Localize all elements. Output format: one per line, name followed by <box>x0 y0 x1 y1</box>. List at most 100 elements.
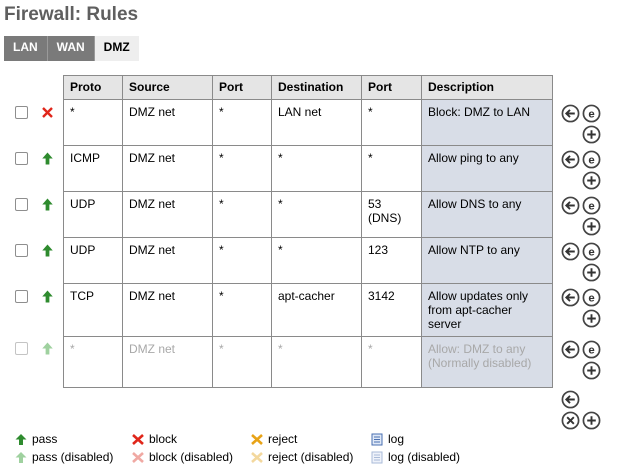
table-row[interactable]: UDP DMZ net * * 123 Allow NTP to any <box>63 237 553 284</box>
log-disabled-icon <box>371 451 383 463</box>
pass-arrow-icon <box>15 433 27 445</box>
cell-source-port: * <box>212 145 272 192</box>
svg-text:e: e <box>588 292 594 304</box>
col-source-port[interactable]: Port <box>212 75 272 100</box>
edit-icon[interactable]: e <box>582 242 601 261</box>
move-before-icon[interactable] <box>561 104 580 123</box>
legend-block-disabled-label: block (disabled) <box>149 450 234 464</box>
rule-select-checkbox[interactable] <box>15 342 28 355</box>
cell-destination: * <box>271 336 362 388</box>
legend-reject-disabled: reject (disabled) <box>250 450 353 464</box>
rule-select-checkbox[interactable] <box>15 244 28 257</box>
legend-block: block <box>131 432 177 446</box>
col-proto[interactable]: Proto <box>63 75 123 100</box>
add-icon[interactable] <box>582 125 601 144</box>
cell-destination-port: 53 (DNS) <box>361 191 422 238</box>
cell-source-port: * <box>212 191 272 238</box>
reject-disabled-x-icon <box>251 451 263 463</box>
cell-source-port: * <box>212 336 272 388</box>
pass-arrow-icon[interactable] <box>40 151 55 166</box>
block-x-icon[interactable] <box>40 105 55 120</box>
cell-proto: TCP <box>63 283 123 337</box>
cell-source: DMZ net <box>122 99 213 146</box>
cell-description: Allow DNS to any <box>421 191 553 238</box>
cell-source: DMZ net <box>122 283 213 337</box>
cell-source: DMZ net <box>122 336 213 388</box>
move-end-icon[interactable] <box>561 390 580 409</box>
svg-text:e: e <box>588 108 594 120</box>
cell-description: Allow NTP to any <box>421 237 553 284</box>
cell-source: DMZ net <box>122 237 213 284</box>
cell-source: DMZ net <box>122 191 213 238</box>
cell-proto: UDP <box>63 237 123 284</box>
rule-select-checkbox[interactable] <box>15 106 28 119</box>
tab-wan[interactable]: WAN <box>47 36 95 61</box>
edit-icon[interactable]: e <box>582 196 601 215</box>
move-before-icon[interactable] <box>561 242 580 261</box>
cell-description: Allow ping to any <box>421 145 553 192</box>
svg-text:e: e <box>588 246 594 258</box>
legend-log-disabled-label: log (disabled) <box>388 450 461 464</box>
legend-reject-label: reject <box>268 432 298 446</box>
move-before-icon[interactable] <box>561 340 580 359</box>
edit-icon[interactable]: e <box>582 104 601 123</box>
cell-proto: ICMP <box>63 145 123 192</box>
add-icon[interactable] <box>582 217 601 236</box>
rule-select-checkbox[interactable] <box>15 198 28 211</box>
pass-arrow-icon[interactable] <box>40 243 55 258</box>
pass-disabled-arrow-icon <box>15 451 27 463</box>
cell-source: DMZ net <box>122 145 213 192</box>
legend-pass-label: pass <box>32 432 58 446</box>
table-row[interactable]: * DMZ net * LAN net * Block: DMZ to LAN <box>63 99 553 146</box>
cell-description: Allow: DMZ to any (Normally disabled) <box>421 336 553 388</box>
rule-select-checkbox[interactable] <box>15 290 28 303</box>
cell-proto: * <box>63 336 123 388</box>
pass-disabled-arrow-icon[interactable] <box>40 341 55 356</box>
legend-log-label: log <box>388 432 405 446</box>
legend-block-label: block <box>149 432 178 446</box>
cell-source-port: * <box>212 283 272 337</box>
legend-log: log <box>370 432 404 446</box>
cell-destination: * <box>271 237 362 284</box>
add-icon[interactable] <box>582 171 601 190</box>
legend-pass: pass <box>14 432 57 446</box>
col-source[interactable]: Source <box>122 75 213 100</box>
legend-block-disabled: block (disabled) <box>131 450 233 464</box>
svg-text:e: e <box>588 200 594 212</box>
legend-log-disabled: log (disabled) <box>370 450 460 464</box>
edit-icon[interactable]: e <box>582 340 601 359</box>
edit-icon[interactable]: e <box>582 288 601 307</box>
table-row[interactable]: * DMZ net * * * Allow: DMZ to any (Normally d… <box>63 336 553 388</box>
cell-proto: * <box>63 99 123 146</box>
log-icon <box>371 433 383 445</box>
move-before-icon[interactable] <box>561 150 580 169</box>
col-destination[interactable]: Destination <box>271 75 362 100</box>
add-icon[interactable] <box>582 309 601 328</box>
legend-pass-disabled-label: pass (disabled) <box>32 450 114 464</box>
tab-dmz[interactable]: DMZ <box>94 36 139 61</box>
cell-destination: * <box>271 191 362 238</box>
table-row[interactable]: TCP DMZ net * apt-cacher 3142 Allow updates o… <box>63 283 553 337</box>
cell-destination-port: 3142 <box>361 283 422 337</box>
edit-icon[interactable]: e <box>582 150 601 169</box>
tab-lan[interactable]: LAN <box>4 36 48 61</box>
col-destination-port[interactable]: Port <box>361 75 422 100</box>
add-icon[interactable] <box>582 411 601 430</box>
rule-select-checkbox[interactable] <box>15 152 28 165</box>
cell-description: Block: DMZ to LAN <box>421 99 553 146</box>
pass-arrow-icon[interactable] <box>40 289 55 304</box>
pass-arrow-icon[interactable] <box>40 197 55 212</box>
add-icon[interactable] <box>582 263 601 282</box>
legend: pass pass (disabled) block block (disabl… <box>14 432 484 472</box>
table-row[interactable]: ICMP DMZ net * * * Allow ping to any <box>63 145 553 192</box>
cell-destination-port: * <box>361 145 422 192</box>
move-before-icon[interactable] <box>561 288 580 307</box>
svg-text:e: e <box>588 154 594 166</box>
col-description[interactable]: Description <box>421 75 553 100</box>
delete-icon[interactable] <box>561 411 580 430</box>
legend-reject-disabled-label: reject (disabled) <box>268 450 354 464</box>
table-row[interactable]: UDP DMZ net * * 53 (DNS) Allow DNS to any <box>63 191 553 238</box>
cell-description: Allow updates only from apt-cacher serve… <box>421 283 553 337</box>
move-before-icon[interactable] <box>561 196 580 215</box>
add-icon[interactable] <box>582 361 601 380</box>
